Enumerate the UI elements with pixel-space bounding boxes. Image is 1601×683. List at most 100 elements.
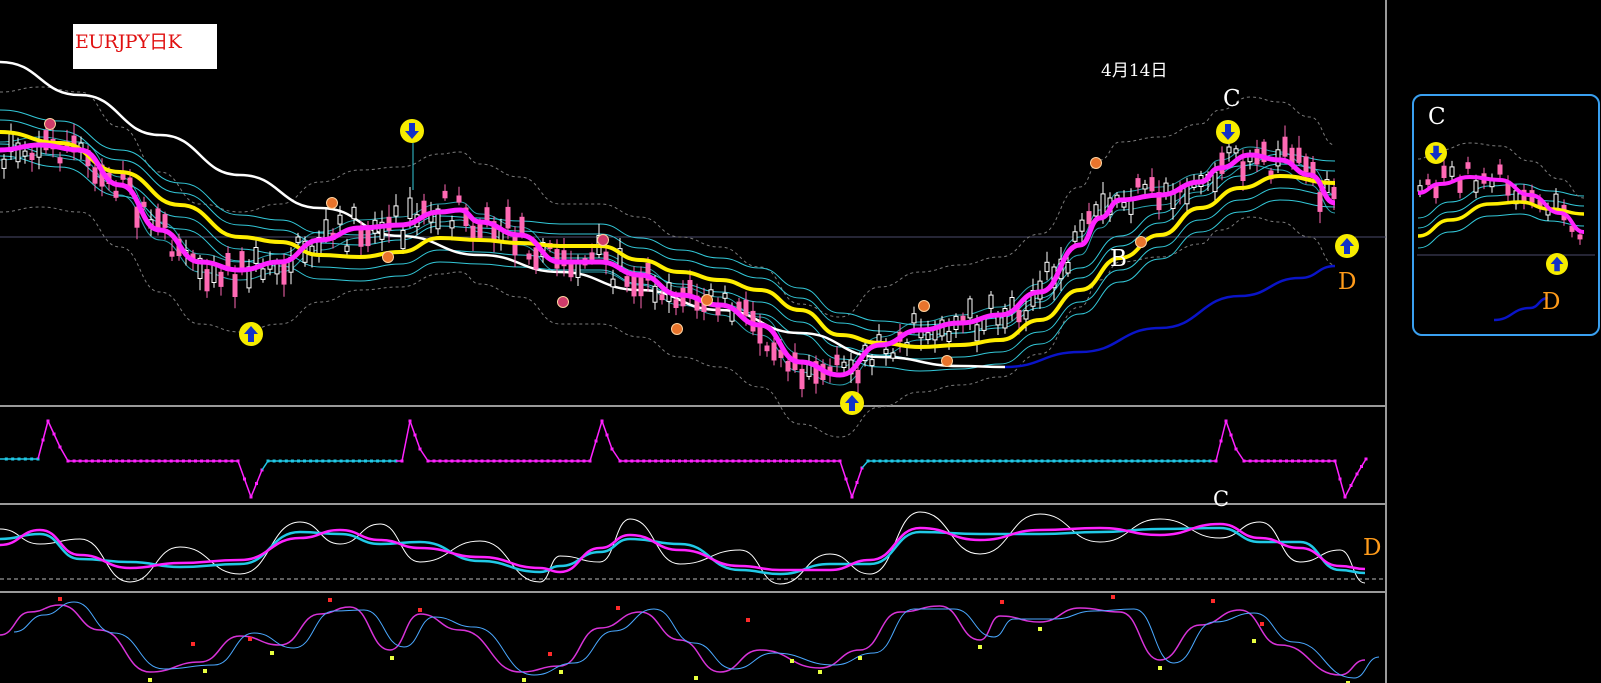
momentum-trough-dot xyxy=(390,656,394,660)
signal-segment xyxy=(1235,448,1245,462)
swing-markers xyxy=(44,118,1147,367)
signal-segment xyxy=(47,420,55,435)
signal-segment xyxy=(59,446,69,462)
candle-body xyxy=(533,247,539,270)
inset-candle-body xyxy=(1473,180,1479,193)
signal-dot xyxy=(1364,457,1368,461)
candle-body xyxy=(57,157,63,164)
signal-segment xyxy=(53,433,61,448)
candle-body xyxy=(1226,146,1232,154)
candle-body xyxy=(344,245,350,252)
momentum-trough-dot xyxy=(858,656,862,660)
inset-candle-body xyxy=(1465,162,1471,169)
candle-body xyxy=(1296,147,1302,163)
momentum-trough-dot xyxy=(978,645,982,649)
candle-body xyxy=(1044,261,1050,273)
candle-body xyxy=(155,208,161,230)
chart-title: EURJPY日K xyxy=(75,31,182,53)
momentum-trough-dot xyxy=(203,669,207,673)
momentum-peak-dot xyxy=(328,598,332,602)
candle-body xyxy=(281,263,287,285)
candle-body xyxy=(1135,178,1141,188)
candle-body xyxy=(911,313,917,324)
momentum-magenta-line xyxy=(0,604,1366,676)
candle-body xyxy=(134,206,140,228)
signal-arrows xyxy=(239,119,1359,415)
inset-candle-body xyxy=(1577,234,1583,240)
candle-body xyxy=(162,214,168,228)
candle-body xyxy=(120,173,126,180)
candle-body xyxy=(1303,156,1309,173)
wave-label-d-main: D xyxy=(1338,269,1357,295)
candle-body xyxy=(358,228,364,247)
candle-body xyxy=(169,251,175,257)
momentum-trough-dot xyxy=(694,676,698,680)
candle-body xyxy=(92,167,98,184)
inset-candle-body xyxy=(1457,180,1463,193)
candle-body xyxy=(771,342,777,361)
inset-candle-body xyxy=(1449,166,1455,177)
candle-body xyxy=(456,195,462,203)
candle-body xyxy=(407,197,413,219)
candle-body xyxy=(1240,161,1246,182)
inset-candle-body xyxy=(1553,193,1559,209)
chart-title-box: EURJPY日K xyxy=(73,24,217,69)
signal-segment xyxy=(243,478,252,498)
candle-body xyxy=(295,236,301,243)
candle-body xyxy=(29,152,35,161)
candle-body xyxy=(337,214,343,225)
wave-label-d-oscillator: D xyxy=(1363,535,1382,561)
signal-segment xyxy=(1220,420,1227,442)
candle-body xyxy=(946,330,952,342)
candle-body xyxy=(477,222,483,238)
candle-body xyxy=(876,334,882,342)
signal-segment xyxy=(1339,478,1346,498)
candle-body xyxy=(925,332,931,341)
momentum-trough-dot xyxy=(790,659,794,663)
candle-body xyxy=(967,298,973,319)
candle-body xyxy=(1100,193,1106,216)
candle-body xyxy=(841,361,847,369)
signal-segment xyxy=(255,469,263,484)
candle-body xyxy=(1072,231,1078,242)
swing-marker-icon xyxy=(1090,157,1102,169)
sell-arrow-icon xyxy=(1425,142,1447,164)
oscillator-white-line xyxy=(0,511,1366,585)
swing-marker-icon xyxy=(326,197,338,209)
momentum-peak-dot xyxy=(616,606,620,610)
swing-marker-icon xyxy=(44,118,56,130)
buy-arrow-icon xyxy=(1546,253,1568,275)
signal-segment xyxy=(414,434,421,450)
signal-segment xyxy=(401,420,411,462)
candle-body xyxy=(239,251,245,268)
swing-marker-icon xyxy=(918,300,930,312)
candle-body xyxy=(589,252,595,261)
candle-body xyxy=(974,324,980,342)
momentum-trough-dot xyxy=(270,651,274,655)
signal-segment xyxy=(1344,485,1352,498)
wave-label-c-inset: C xyxy=(1428,104,1446,130)
signal-segment xyxy=(851,482,858,498)
signal-segment xyxy=(1334,460,1341,480)
swing-marker-icon xyxy=(701,294,713,306)
candle-body xyxy=(351,206,357,220)
buy-arrow-icon xyxy=(239,322,263,346)
candle-body xyxy=(204,269,210,292)
candle-body xyxy=(1,158,7,169)
momentum-peak-dot xyxy=(746,618,750,622)
signal-segment xyxy=(250,483,258,498)
momentum-peak-dot xyxy=(58,597,62,601)
candle-body xyxy=(526,253,532,260)
momentum-peak-dot xyxy=(248,637,252,641)
momentum-trough-dot xyxy=(559,670,563,674)
momentum-trough-dot xyxy=(818,670,822,674)
momentum-peak-dot xyxy=(191,642,195,646)
candle-body xyxy=(393,205,399,217)
signal-segment xyxy=(1230,434,1237,450)
candle-body xyxy=(764,345,770,352)
signal-segment xyxy=(611,448,621,462)
candle-body xyxy=(1212,171,1218,193)
swing-marker-icon xyxy=(557,296,569,308)
candle-body xyxy=(722,292,728,299)
momentum-blue-line xyxy=(13,601,1380,679)
